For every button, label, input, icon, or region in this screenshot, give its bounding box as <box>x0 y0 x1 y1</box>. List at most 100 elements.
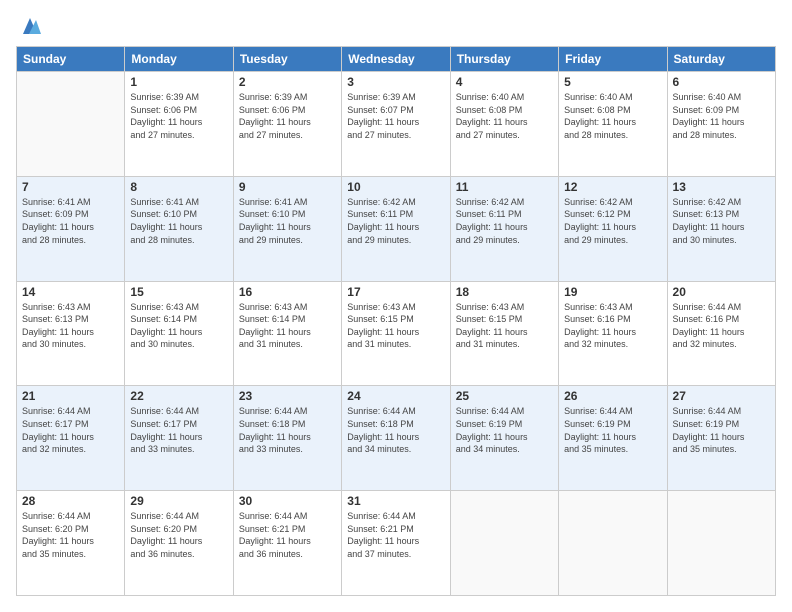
day-number: 27 <box>673 389 770 403</box>
calendar-header-wednesday: Wednesday <box>342 47 450 72</box>
calendar-cell: 20 Sunrise: 6:44 AM Sunset: 6:16 PM Dayli… <box>667 281 775 386</box>
day-info: Sunrise: 6:44 AM Sunset: 6:19 PM Dayligh… <box>564 405 661 455</box>
day-number: 23 <box>239 389 336 403</box>
day-number: 28 <box>22 494 119 508</box>
day-number: 8 <box>130 180 227 194</box>
calendar-cell: 23 Sunrise: 6:44 AM Sunset: 6:18 PM Dayli… <box>233 386 341 491</box>
day-number: 31 <box>347 494 444 508</box>
calendar-cell: 6Sunrise: 6:40 AM Sunset: 6:09 PM Daylig… <box>667 72 775 177</box>
calendar-cell: 26 Sunrise: 6:44 AM Sunset: 6:19 PM Dayli… <box>559 386 667 491</box>
calendar-header-tuesday: Tuesday <box>233 47 341 72</box>
calendar-week-5: 28 Sunrise: 6:44 AM Sunset: 6:20 PM Dayli… <box>17 491 776 596</box>
day-info: Sunrise: 6:43 AM Sunset: 6:14 PM Dayligh… <box>130 301 227 351</box>
logo <box>16 16 41 36</box>
day-info: Sunrise: 6:44 AM Sunset: 6:17 PM Dayligh… <box>130 405 227 455</box>
day-number: 2 <box>239 75 336 89</box>
day-info: Sunrise: 6:42 AM Sunset: 6:11 PM Dayligh… <box>456 196 553 246</box>
day-number: 15 <box>130 285 227 299</box>
calendar-cell: 28 Sunrise: 6:44 AM Sunset: 6:20 PM Dayli… <box>17 491 125 596</box>
day-number: 1 <box>130 75 227 89</box>
calendar-cell <box>559 491 667 596</box>
calendar-header-thursday: Thursday <box>450 47 558 72</box>
day-info: Sunrise: 6:44 AM Sunset: 6:20 PM Dayligh… <box>130 510 227 560</box>
day-info: Sunrise: 6:39 AM Sunset: 6:07 PM Dayligh… <box>347 91 444 141</box>
calendar-cell: 14 Sunrise: 6:43 AM Sunset: 6:13 PM Dayli… <box>17 281 125 386</box>
calendar-cell: 31Sunrise: 6:44 AM Sunset: 6:21 PM Dayli… <box>342 491 450 596</box>
day-info: Sunrise: 6:43 AM Sunset: 6:15 PM Dayligh… <box>347 301 444 351</box>
day-number: 25 <box>456 389 553 403</box>
day-info: Sunrise: 6:43 AM Sunset: 6:15 PM Dayligh… <box>456 301 553 351</box>
calendar-header-monday: Monday <box>125 47 233 72</box>
day-info: Sunrise: 6:41 AM Sunset: 6:09 PM Dayligh… <box>22 196 119 246</box>
day-number: 13 <box>673 180 770 194</box>
calendar-cell: 30 Sunrise: 6:44 AM Sunset: 6:21 PM Dayli… <box>233 491 341 596</box>
day-number: 18 <box>456 285 553 299</box>
day-number: 29 <box>130 494 227 508</box>
day-info: Sunrise: 6:44 AM Sunset: 6:19 PM Dayligh… <box>673 405 770 455</box>
day-info: Sunrise: 6:44 AM Sunset: 6:21 PM Dayligh… <box>239 510 336 560</box>
calendar-week-1: 1 Sunrise: 6:39 AM Sunset: 6:06 PM Daylig… <box>17 72 776 177</box>
day-number: 14 <box>22 285 119 299</box>
calendar-cell: 5 Sunrise: 6:40 AM Sunset: 6:08 PM Daylig… <box>559 72 667 177</box>
calendar-cell: 21 Sunrise: 6:44 AM Sunset: 6:17 PM Dayli… <box>17 386 125 491</box>
day-number: 24 <box>347 389 444 403</box>
day-info: Sunrise: 6:43 AM Sunset: 6:13 PM Dayligh… <box>22 301 119 351</box>
logo-icon <box>19 16 41 36</box>
calendar-cell: 27 Sunrise: 6:44 AM Sunset: 6:19 PM Dayli… <box>667 386 775 491</box>
day-number: 12 <box>564 180 661 194</box>
day-number: 7 <box>22 180 119 194</box>
calendar-cell: 4Sunrise: 6:40 AM Sunset: 6:08 PM Daylig… <box>450 72 558 177</box>
calendar-cell: 17 Sunrise: 6:43 AM Sunset: 6:15 PM Dayli… <box>342 281 450 386</box>
day-number: 20 <box>673 285 770 299</box>
calendar-cell <box>17 72 125 177</box>
calendar-header-friday: Friday <box>559 47 667 72</box>
calendar-cell: 18 Sunrise: 6:43 AM Sunset: 6:15 PM Dayli… <box>450 281 558 386</box>
day-info: Sunrise: 6:42 AM Sunset: 6:11 PM Dayligh… <box>347 196 444 246</box>
day-info: Sunrise: 6:43 AM Sunset: 6:16 PM Dayligh… <box>564 301 661 351</box>
calendar-week-2: 7 Sunrise: 6:41 AM Sunset: 6:09 PM Daylig… <box>17 176 776 281</box>
day-number: 17 <box>347 285 444 299</box>
calendar-cell: 12 Sunrise: 6:42 AM Sunset: 6:12 PM Dayli… <box>559 176 667 281</box>
day-number: 19 <box>564 285 661 299</box>
calendar-cell: 10 Sunrise: 6:42 AM Sunset: 6:11 PM Dayli… <box>342 176 450 281</box>
day-info: Sunrise: 6:39 AM Sunset: 6:06 PM Dayligh… <box>130 91 227 141</box>
page: SundayMondayTuesdayWednesdayThursdayFrid… <box>0 0 792 612</box>
day-info: Sunrise: 6:44 AM Sunset: 6:16 PM Dayligh… <box>673 301 770 351</box>
calendar-header-saturday: Saturday <box>667 47 775 72</box>
calendar-header-row: SundayMondayTuesdayWednesdayThursdayFrid… <box>17 47 776 72</box>
day-number: 11 <box>456 180 553 194</box>
calendar-cell: 19 Sunrise: 6:43 AM Sunset: 6:16 PM Dayli… <box>559 281 667 386</box>
day-number: 5 <box>564 75 661 89</box>
day-info: Sunrise: 6:44 AM Sunset: 6:18 PM Dayligh… <box>239 405 336 455</box>
day-info: Sunrise: 6:44 AM Sunset: 6:19 PM Dayligh… <box>456 405 553 455</box>
calendar-cell: 7 Sunrise: 6:41 AM Sunset: 6:09 PM Daylig… <box>17 176 125 281</box>
calendar-cell <box>450 491 558 596</box>
calendar-cell: 13Sunrise: 6:42 AM Sunset: 6:13 PM Dayli… <box>667 176 775 281</box>
day-info: Sunrise: 6:40 AM Sunset: 6:09 PM Dayligh… <box>673 91 770 141</box>
day-number: 21 <box>22 389 119 403</box>
calendar-week-4: 21 Sunrise: 6:44 AM Sunset: 6:17 PM Dayli… <box>17 386 776 491</box>
day-number: 22 <box>130 389 227 403</box>
day-info: Sunrise: 6:42 AM Sunset: 6:12 PM Dayligh… <box>564 196 661 246</box>
calendar-cell: 3Sunrise: 6:39 AM Sunset: 6:07 PM Daylig… <box>342 72 450 177</box>
calendar-week-3: 14 Sunrise: 6:43 AM Sunset: 6:13 PM Dayli… <box>17 281 776 386</box>
calendar-header-sunday: Sunday <box>17 47 125 72</box>
day-info: Sunrise: 6:41 AM Sunset: 6:10 PM Dayligh… <box>130 196 227 246</box>
day-number: 10 <box>347 180 444 194</box>
calendar-cell: 16 Sunrise: 6:43 AM Sunset: 6:14 PM Dayli… <box>233 281 341 386</box>
calendar-cell <box>667 491 775 596</box>
calendar-cell: 2Sunrise: 6:39 AM Sunset: 6:06 PM Daylig… <box>233 72 341 177</box>
day-number: 26 <box>564 389 661 403</box>
calendar-cell: 8 Sunrise: 6:41 AM Sunset: 6:10 PM Daylig… <box>125 176 233 281</box>
day-info: Sunrise: 6:40 AM Sunset: 6:08 PM Dayligh… <box>456 91 553 141</box>
calendar-cell: 22 Sunrise: 6:44 AM Sunset: 6:17 PM Dayli… <box>125 386 233 491</box>
day-info: Sunrise: 6:44 AM Sunset: 6:20 PM Dayligh… <box>22 510 119 560</box>
day-number: 30 <box>239 494 336 508</box>
day-number: 16 <box>239 285 336 299</box>
day-info: Sunrise: 6:43 AM Sunset: 6:14 PM Dayligh… <box>239 301 336 351</box>
day-number: 9 <box>239 180 336 194</box>
day-info: Sunrise: 6:40 AM Sunset: 6:08 PM Dayligh… <box>564 91 661 141</box>
calendar-cell: 15 Sunrise: 6:43 AM Sunset: 6:14 PM Dayli… <box>125 281 233 386</box>
day-info: Sunrise: 6:44 AM Sunset: 6:17 PM Dayligh… <box>22 405 119 455</box>
calendar-table: SundayMondayTuesdayWednesdayThursdayFrid… <box>16 46 776 596</box>
